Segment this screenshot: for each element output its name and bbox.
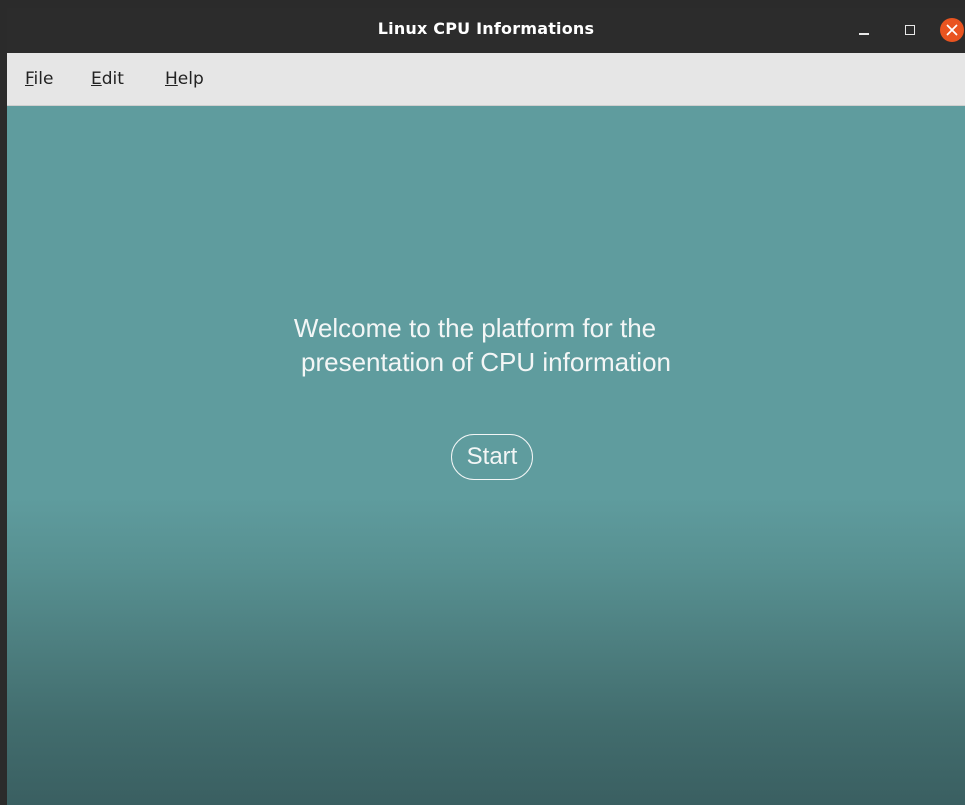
title-bar[interactable]: Linux CPU Informations (7, 8, 965, 53)
menu-help[interactable]: Help (165, 69, 204, 89)
menu-edit[interactable]: Edit (91, 69, 124, 89)
maximize-icon (905, 25, 915, 35)
menu-file[interactable]: File (25, 69, 53, 89)
welcome-line-2: presentation of CPU information (301, 347, 671, 377)
minimize-icon (859, 33, 869, 35)
maximize-button[interactable] (898, 19, 920, 41)
minimize-button[interactable] (853, 19, 875, 41)
menu-bar: File Edit Help (7, 53, 965, 106)
main-content: Welcome to the platform for the presenta… (7, 106, 965, 805)
app-window: Linux CPU Informations File Edit Help We… (7, 8, 965, 805)
close-button[interactable] (940, 18, 964, 42)
start-button[interactable]: Start (451, 434, 533, 480)
welcome-line-1: Welcome to the platform for the (293, 313, 657, 343)
window-title: Linux CPU Informations (377, 19, 595, 38)
close-icon (946, 24, 958, 36)
welcome-message: Welcome to the platform for the presenta… (7, 311, 965, 379)
